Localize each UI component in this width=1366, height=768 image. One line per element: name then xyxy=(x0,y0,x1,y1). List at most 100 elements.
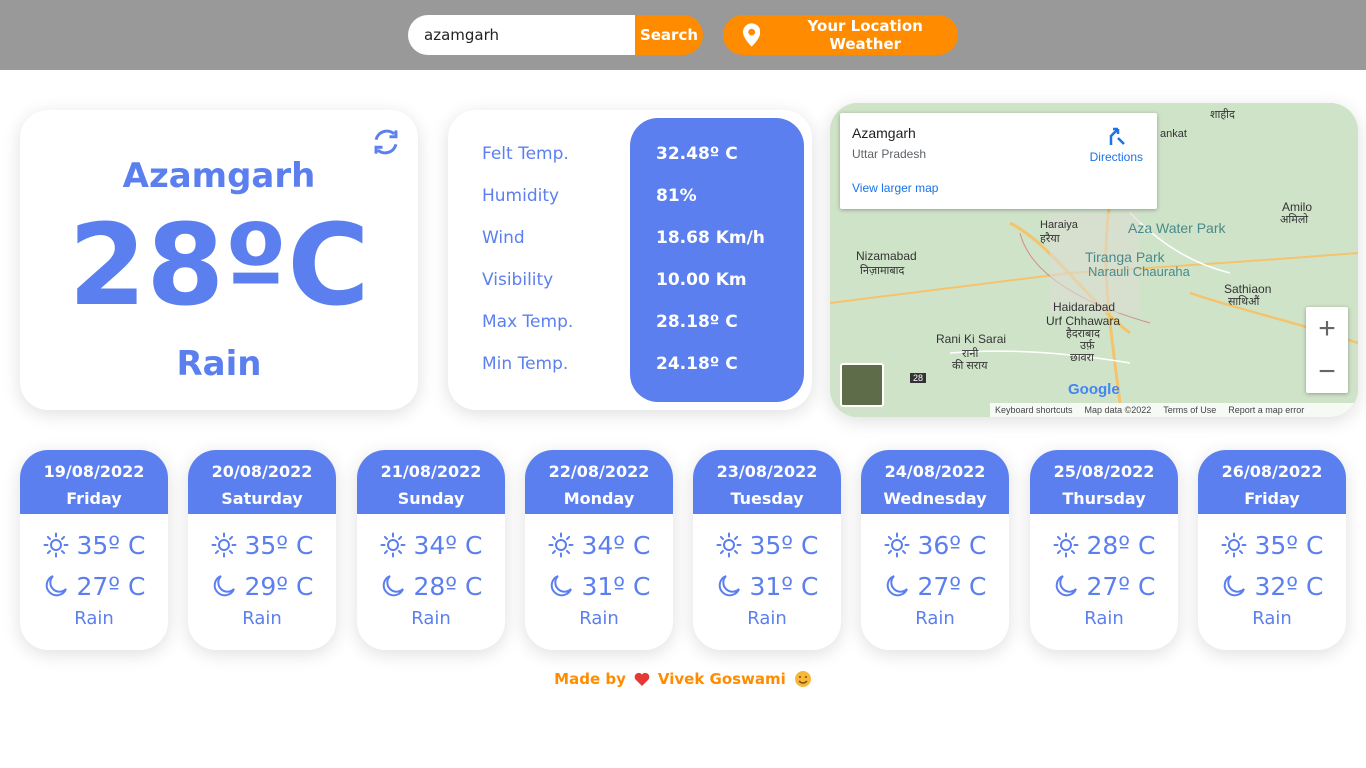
terms-link[interactable]: Terms of Use xyxy=(1163,405,1216,415)
forecast-date: 25/08/2022 xyxy=(1053,462,1155,481)
forecast-max-temp: 35º C xyxy=(76,530,146,560)
footer: Made by Vivek Goswami xyxy=(0,670,1366,688)
smiling-face-icon xyxy=(794,671,811,687)
forecast-min-row: 29º C xyxy=(188,571,336,601)
min-temp-value: 24.18º C xyxy=(656,354,738,374)
map-label-narauli: Narauli Chauraha xyxy=(1088,264,1190,279)
zoom-control: + − xyxy=(1306,307,1348,393)
map-label-nizamabad: Nizamabad xyxy=(856,249,917,263)
forecast-card: 19/08/2022 Friday 35º C 27º C Rain xyxy=(20,450,168,650)
map-footer: Keyboard shortcuts Map data ©2022 Terms … xyxy=(990,403,1358,417)
forecast-max-row: 35º C xyxy=(693,530,841,560)
forecast-header: 26/08/2022 Friday xyxy=(1198,450,1346,514)
keyboard-shortcuts-link[interactable]: Keyboard shortcuts xyxy=(995,405,1073,415)
forecast-date: 20/08/2022 xyxy=(211,462,313,481)
humidity-value: 81% xyxy=(656,186,697,206)
map-embed[interactable]: Azamgarh Uttar Pradesh View larger map D… xyxy=(830,103,1358,417)
map-label-nizamabad-hi: निज़ामाबाद xyxy=(860,265,905,277)
felt-temp-value: 32.48º C xyxy=(656,144,738,164)
location-weather-button[interactable]: Your Location Weather xyxy=(723,15,958,55)
forecast-min-temp: 27º C xyxy=(1086,571,1156,601)
moon-icon xyxy=(1223,575,1245,597)
forecast-condition: Rain xyxy=(1252,608,1292,629)
directions-link[interactable]: Directions xyxy=(1090,125,1143,164)
forecast-max-temp: 35º C xyxy=(1254,530,1324,560)
forecast-date: 26/08/2022 xyxy=(1221,462,1323,481)
search-button[interactable]: Search xyxy=(635,15,703,55)
map-label-haraiya-hi: हरैया xyxy=(1040,233,1060,245)
forecast-max-temp: 36º C xyxy=(917,530,987,560)
location-pin-icon xyxy=(743,23,761,47)
view-larger-map-link[interactable]: View larger map xyxy=(852,181,1145,195)
forecast-min-row: 27º C xyxy=(1030,571,1178,601)
forecast-min-row: 27º C xyxy=(861,571,1009,601)
sun-icon xyxy=(380,532,405,558)
current-weather-card: Azamgarh 28ºC Rain xyxy=(20,110,418,410)
forecast-condition: Rain xyxy=(747,608,787,629)
forecast-condition: Rain xyxy=(915,608,955,629)
forecast-header: 22/08/2022 Monday xyxy=(525,450,673,514)
refresh-icon[interactable] xyxy=(372,128,400,156)
map-label-haidarabad: Haidarabad xyxy=(1053,300,1116,314)
forecast-date: 21/08/2022 xyxy=(380,462,482,481)
map-label-rani: Rani Ki Sarai xyxy=(936,332,1007,346)
search-input[interactable] xyxy=(408,15,635,55)
forecast-max-temp: 34º C xyxy=(581,530,651,560)
map-label-haraiya: Haraiya xyxy=(1040,219,1078,231)
forecast-date: 22/08/2022 xyxy=(548,462,650,481)
map-label-ankat: ankat xyxy=(1160,128,1187,140)
forecast-max-row: 34º C xyxy=(357,530,505,560)
forecast-condition: Rain xyxy=(242,608,282,629)
forecast-min-temp: 27º C xyxy=(917,571,987,601)
forecast-min-row: 32º C xyxy=(1198,571,1346,601)
forecast-card: 23/08/2022 Tuesday 35º C 31º C Rain xyxy=(693,450,841,650)
map-label-tiranga: Tiranga Park xyxy=(1085,249,1165,265)
forecast-min-temp: 27º C xyxy=(76,571,146,601)
current-temperature: 28ºC xyxy=(68,201,370,331)
forecast-max-temp: 35º C xyxy=(244,530,314,560)
forecast-day: Monday xyxy=(563,489,635,508)
zoom-out-button[interactable]: − xyxy=(1306,350,1348,393)
forecast-min-row: 31º C xyxy=(525,571,673,601)
forecast-max-row: 35º C xyxy=(20,530,168,560)
forecast-max-row: 35º C xyxy=(1198,530,1346,560)
forecast-date: 23/08/2022 xyxy=(716,462,818,481)
visibility-label: Visibility xyxy=(482,270,554,290)
forecast-max-row: 35º C xyxy=(188,530,336,560)
max-temp-label: Max Temp. xyxy=(482,312,574,332)
forecast-condition: Rain xyxy=(579,608,619,629)
max-temp-value: 28.18º C xyxy=(656,312,738,332)
forecast-min-temp: 31º C xyxy=(749,571,819,601)
sun-icon xyxy=(884,532,909,558)
map-data-label: Map data ©2022 xyxy=(1084,405,1152,415)
humidity-label: Humidity xyxy=(482,186,560,206)
forecast-card: 20/08/2022 Saturday 35º C 29º C Rain xyxy=(188,450,336,650)
forecast-max-temp: 35º C xyxy=(749,530,819,560)
forecast-min-temp: 29º C xyxy=(244,571,314,601)
forecast-day: Friday xyxy=(1244,489,1300,508)
forecast-day: Saturday xyxy=(221,489,303,508)
moon-icon xyxy=(45,575,67,597)
map-label-water-park: Aza Water Park xyxy=(1128,220,1226,236)
map-label-shahid: शाहीद xyxy=(1210,109,1235,121)
forecast-max-row: 28º C xyxy=(1030,530,1178,560)
forecast-date: 19/08/2022 xyxy=(43,462,145,481)
min-temp-label: Min Temp. xyxy=(482,354,569,374)
forecast-max-temp: 28º C xyxy=(1086,530,1156,560)
satellite-toggle[interactable] xyxy=(840,363,884,407)
forecast-min-temp: 31º C xyxy=(581,571,651,601)
made-by-label: Made by xyxy=(554,670,626,688)
forecast-min-row: 27º C xyxy=(20,571,168,601)
forecast-min-row: 31º C xyxy=(693,571,841,601)
felt-temp-label: Felt Temp. xyxy=(482,144,569,164)
forecast-card: 25/08/2022 Thursday 28º C 27º C Rain xyxy=(1030,450,1178,650)
forecast-header: 25/08/2022 Thursday xyxy=(1030,450,1178,514)
details-card: Felt Temp. Humidity Wind Visibility Max … xyxy=(448,110,812,410)
moon-icon xyxy=(1055,575,1077,597)
forecast-max-row: 34º C xyxy=(525,530,673,560)
wind-value: 18.68 Km/h xyxy=(656,228,765,248)
zoom-in-button[interactable]: + xyxy=(1306,307,1348,350)
directions-label: Directions xyxy=(1089,150,1143,164)
report-error-link[interactable]: Report a map error xyxy=(1228,405,1304,415)
details-values: 32.48º C 81% 18.68 Km/h 10.00 Km 28.18º … xyxy=(630,118,804,402)
